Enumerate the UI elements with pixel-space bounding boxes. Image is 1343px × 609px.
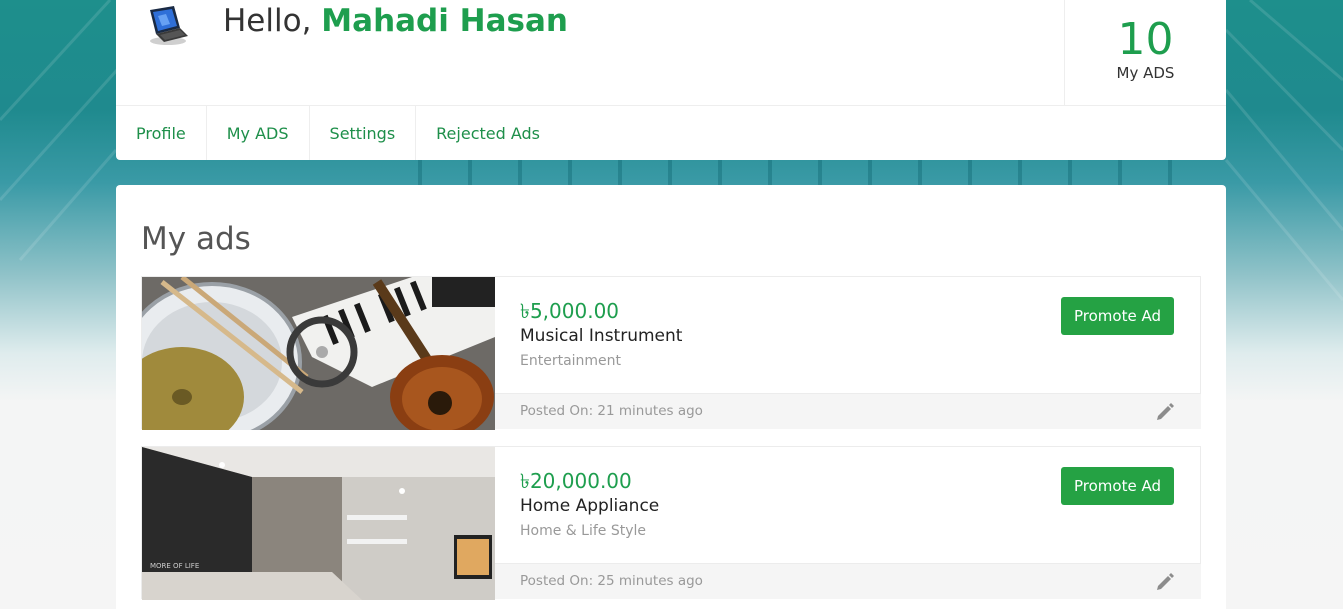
- greeting: Hello, Mahadi Hasan: [223, 3, 568, 39]
- ad-item: MORE OF LIFE ৳20,000.00 Home Appliance H…: [141, 446, 1201, 600]
- ads-count-label: My ADS: [1116, 64, 1175, 82]
- greeting-prefix: Hello,: [223, 3, 312, 39]
- tab-settings[interactable]: Settings: [310, 106, 417, 160]
- ad-details: ৳20,000.00 Home Appliance Home & Life St…: [495, 447, 1201, 563]
- promote-ad-button[interactable]: Promote Ad: [1061, 467, 1174, 505]
- posted-time: Posted On: 25 minutes ago: [520, 573, 703, 589]
- musical-instruments-photo[interactable]: [142, 277, 495, 430]
- tab-profile[interactable]: Profile: [116, 106, 207, 160]
- svg-text:MORE OF LIFE: MORE OF LIFE: [150, 562, 199, 570]
- ad-footer: Posted On: 21 minutes ago: [495, 393, 1201, 429]
- ad-footer: Posted On: 25 minutes ago: [495, 563, 1201, 599]
- tab-rejected-ads[interactable]: Rejected Ads: [416, 106, 560, 160]
- page-title: My ads: [141, 221, 251, 257]
- ad-details: ৳5,000.00 Musical Instrument Entertainme…: [495, 277, 1201, 393]
- my-ads-card: My ads ৳5,000.00 Musical Instrument Ente…: [116, 185, 1226, 609]
- tab-my-ads[interactable]: My ADS: [207, 106, 310, 160]
- ad-title[interactable]: Musical Instrument: [520, 326, 682, 346]
- profile-header-card: Hello, Mahadi Hasan 10 My ADS Profile My…: [116, 0, 1226, 160]
- ads-count-stat[interactable]: 10 My ADS: [1064, 0, 1226, 105]
- ad-category: Entertainment: [520, 353, 622, 369]
- edit-pencil-icon[interactable]: [1155, 572, 1175, 592]
- ads-count: 10: [1117, 14, 1174, 65]
- edit-pencil-icon[interactable]: [1155, 402, 1175, 422]
- ad-item: ৳5,000.00 Musical Instrument Entertainme…: [141, 276, 1201, 430]
- laptop-avatar-icon: [144, 2, 192, 46]
- room-interior-photo[interactable]: MORE OF LIFE: [142, 447, 495, 600]
- promote-ad-button[interactable]: Promote Ad: [1061, 297, 1174, 335]
- profile-tabs: Profile My ADS Settings Rejected Ads: [116, 105, 1226, 160]
- posted-time: Posted On: 21 minutes ago: [520, 403, 703, 419]
- ad-title[interactable]: Home Appliance: [520, 496, 659, 516]
- ad-category: Home & Life Style: [520, 523, 647, 539]
- user-name: Mahadi Hasan: [321, 3, 568, 39]
